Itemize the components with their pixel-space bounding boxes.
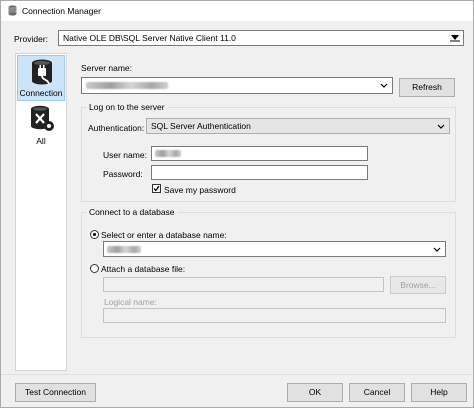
- authentication-dropdown[interactable]: SQL Server Authentication: [146, 118, 450, 134]
- provider-value: Native OLE DB\SQL Server Native Client 1…: [63, 33, 236, 43]
- test-connection-button[interactable]: Test Connection: [15, 383, 96, 402]
- chevron-down-icon: [450, 35, 460, 42]
- browse-button[interactable]: Browse...: [390, 276, 446, 294]
- footer-divider: [1, 374, 473, 375]
- all-properties-icon: [31, 105, 54, 131]
- provider-label: Provider:: [14, 34, 49, 44]
- help-button[interactable]: Help: [411, 383, 467, 402]
- nav-item-all[interactable]: All: [17, 102, 65, 148]
- nav-item-connection[interactable]: Connection: [17, 55, 65, 101]
- select-database-radio[interactable]: [90, 230, 99, 239]
- authentication-value: SQL Server Authentication: [151, 121, 251, 131]
- attach-file-label: Attach a database file:: [101, 264, 186, 274]
- nav-label-all: All: [36, 136, 46, 146]
- database-name-combo[interactable]: [103, 241, 446, 257]
- password-field[interactable]: [151, 165, 368, 180]
- logical-name-field[interactable]: [103, 308, 446, 323]
- connection-plug-icon: [32, 59, 52, 85]
- logon-group-title: Log on to the server: [86, 102, 168, 112]
- database-group-title: Connect to a database: [86, 207, 178, 217]
- cancel-button[interactable]: Cancel: [349, 383, 405, 402]
- username-value-redacted: [155, 150, 181, 157]
- authentication-label: Authentication:: [88, 123, 145, 133]
- username-field[interactable]: [151, 146, 368, 161]
- page-navigation: Connection All: [15, 53, 67, 371]
- refresh-button[interactable]: Refresh: [399, 78, 455, 97]
- attach-file-radio[interactable]: [90, 264, 99, 273]
- server-name-combo[interactable]: [81, 77, 393, 94]
- ok-button[interactable]: OK: [287, 383, 343, 402]
- logical-name-label: Logical name:: [104, 297, 157, 307]
- username-label: User name:: [103, 150, 147, 160]
- title-bar: Connection Manager: [1, 1, 473, 21]
- connection-manager-window: Connection Manager Provider: Native OLE …: [0, 0, 474, 408]
- chevron-down-icon: [380, 83, 388, 88]
- save-password-checkbox[interactable]: [152, 184, 161, 193]
- database-name-value-redacted: [107, 246, 141, 253]
- chevron-down-icon: [433, 247, 441, 252]
- save-password-label: Save my password: [164, 185, 236, 195]
- checkmark-icon: [153, 185, 160, 192]
- database-file-field[interactable]: [103, 277, 384, 292]
- select-database-label: Select or enter a database name:: [101, 230, 227, 240]
- provider-dropdown[interactable]: Native OLE DB\SQL Server Native Client 1…: [58, 30, 464, 46]
- server-name-label: Server name:: [81, 63, 133, 73]
- password-label: Password:: [103, 169, 143, 179]
- window-title: Connection Manager: [22, 6, 101, 16]
- nav-label-connection: Connection: [19, 88, 63, 98]
- chevron-down-icon: [437, 124, 445, 129]
- app-icon: [8, 5, 17, 16]
- server-name-value-redacted: [86, 82, 168, 89]
- radio-selected-dot: [93, 233, 96, 236]
